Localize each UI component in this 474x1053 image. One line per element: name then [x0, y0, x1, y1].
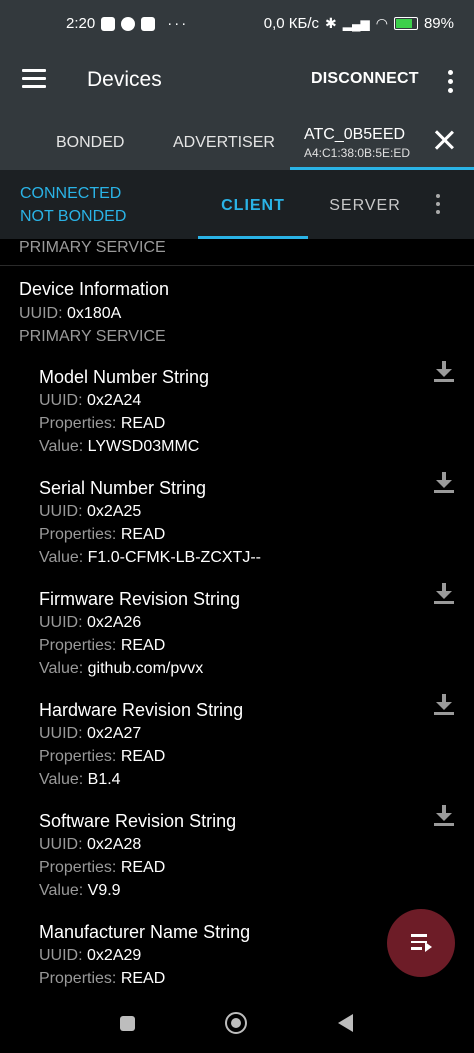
signal-icon: ▂▄▆: [342, 16, 370, 31]
characteristic-uuid: UUID: 0x2A24: [39, 392, 142, 409]
battery-percent: 89%: [423, 15, 454, 32]
page-title: Devices: [87, 68, 162, 91]
service-name[interactable]: Device Information: [19, 279, 169, 300]
back-icon[interactable]: [338, 1014, 353, 1032]
network-speed: 0,0 КБ/с: [263, 15, 320, 32]
tab-device[interactable]: ATC_0B5EED A4:C1:38:0B:5E:ED: [290, 112, 474, 170]
characteristic-uuid: UUID: 0x2A29: [39, 947, 142, 964]
download-read-icon[interactable]: [432, 803, 456, 827]
device-name: ATC_0B5EED: [304, 126, 406, 143]
app-notification-icon: [141, 16, 156, 31]
characteristic-properties: Properties: READ: [39, 415, 166, 432]
tab-server[interactable]: SERVER: [320, 197, 410, 215]
close-icon[interactable]: [434, 130, 454, 150]
wifi-icon: ◠: [375, 15, 388, 31]
more-notifications-icon: ···: [167, 15, 189, 32]
connection-bar: CONNECTED NOT BONDED CLIENT SERVER: [0, 170, 474, 239]
characteristic-uuid: UUID: 0x2A26: [39, 614, 142, 631]
battery-icon: [393, 17, 418, 30]
device-tabs: BONDED ADVERTISER ATC_0B5EED A4:C1:38:0B…: [0, 112, 474, 170]
service-list[interactable]: PRIMARY SERVICE Device Information UUID:…: [0, 239, 474, 993]
tab-advertiser[interactable]: ADVERTISER: [173, 134, 275, 152]
previous-service-type: PRIMARY SERVICE: [19, 239, 166, 256]
characteristic-properties: Properties: READ: [39, 637, 166, 654]
upload-notification-icon: [101, 16, 116, 31]
characteristic-item[interactable]: Firmware Revision String UUID: 0x2A26 Prop…: [0, 583, 474, 699]
characteristic-name: Firmware Revision String: [39, 589, 241, 609]
characteristic-item[interactable]: Software Revision String UUID: 0x2A28 Prop…: [0, 805, 474, 921]
connection-overflow-icon[interactable]: [436, 194, 441, 218]
bond-status: NOT BONDED: [20, 208, 127, 225]
characteristic-properties: Properties: READ: [39, 748, 166, 765]
system-nav-bar: [0, 993, 474, 1053]
download-read-icon[interactable]: [432, 470, 456, 494]
characteristic-name: Model Number String: [39, 367, 210, 387]
characteristic-uuid: UUID: 0x2A25: [39, 503, 142, 520]
log-fab-button[interactable]: [387, 909, 455, 977]
characteristic-uuid: UUID: 0x2A28: [39, 836, 142, 853]
log-list-icon: [411, 934, 433, 952]
divider: [0, 265, 474, 266]
recent-apps-icon[interactable]: [120, 1016, 135, 1031]
characteristic-item[interactable]: Serial Number String UUID: 0x2A25 Properti…: [0, 472, 474, 588]
hamburger-menu-icon[interactable]: [22, 69, 46, 88]
characteristic-value: Value: F1.0-CFMK-LB-ZCXTJ--: [39, 549, 261, 566]
overflow-menu-icon[interactable]: [448, 70, 454, 97]
status-time: 2:20: [66, 15, 96, 32]
characteristic-properties: Properties: READ: [39, 526, 166, 543]
characteristic-name: Manufacturer Name String: [39, 922, 251, 942]
characteristic-value: Value: B1.4: [39, 771, 121, 788]
service-type: PRIMARY SERVICE: [19, 328, 166, 345]
characteristic-value: Value: github.com/pvvx: [39, 660, 204, 677]
download-read-icon[interactable]: [432, 692, 456, 716]
app-bar: Devices DISCONNECT: [0, 50, 474, 112]
tab-client[interactable]: CLIENT: [198, 197, 308, 215]
characteristic-item[interactable]: Model Number String UUID: 0x2A24 Propertie…: [0, 361, 474, 477]
characteristic-uuid: UUID: 0x2A27: [39, 725, 142, 742]
connection-status: CONNECTED: [20, 185, 122, 202]
device-address: A4:C1:38:0B:5E:ED: [304, 146, 411, 160]
characteristic-properties: Properties: READ: [39, 970, 166, 987]
characteristic-name: Serial Number String: [39, 478, 207, 498]
dnd-icon: [121, 16, 136, 31]
disconnect-button[interactable]: DISCONNECT: [311, 70, 419, 88]
characteristic-name: Hardware Revision String: [39, 700, 244, 720]
characteristic-properties: Properties: READ: [39, 859, 166, 876]
status-bar: 2:20 ··· 0,0 КБ/с ✱ ▂▄▆ ◠ 89%: [0, 0, 474, 50]
home-icon[interactable]: [225, 1012, 247, 1034]
download-read-icon[interactable]: [432, 359, 456, 383]
service-uuid: UUID: 0x180A: [19, 305, 122, 322]
download-read-icon[interactable]: [432, 581, 456, 605]
bluetooth-icon: ✱: [325, 15, 337, 31]
characteristic-value: Value: LYWSD03MMC: [39, 438, 200, 455]
characteristic-value: Value: V9.9: [39, 882, 121, 899]
tab-bonded[interactable]: BONDED: [56, 134, 124, 152]
characteristic-name: Software Revision String: [39, 811, 237, 831]
characteristic-item[interactable]: Hardware Revision String UUID: 0x2A27 Prop…: [0, 694, 474, 810]
